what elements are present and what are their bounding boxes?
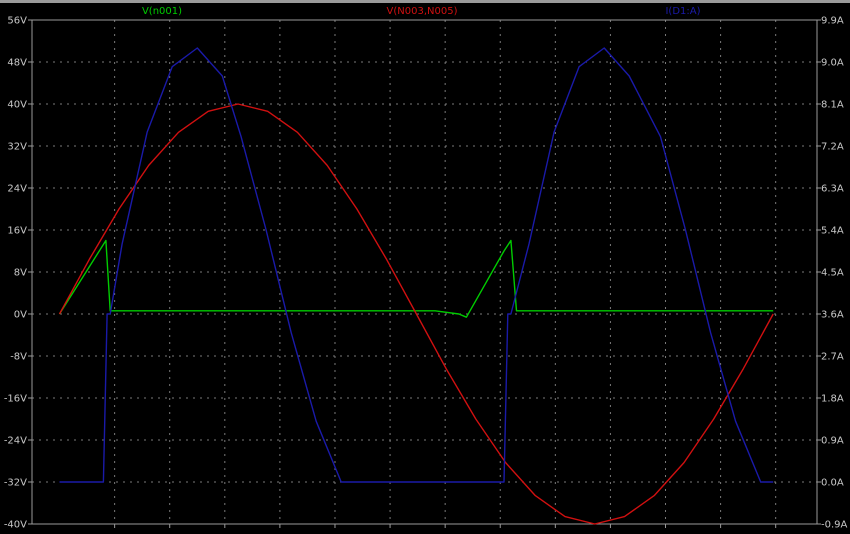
left-axis: 56V 48V 40V 32V 24V 16V 8V 0V -8V -16V -24V -32V -40… [4,16,32,531]
right-tick-label: 0.9A [821,436,844,447]
left-tick-label: -8V [10,352,27,363]
right-tick-label: 6.3A [821,184,844,195]
trace-0 [58,239,774,318]
left-tick-label: -16V [4,394,27,405]
right-tick-label: 8.1A [821,100,844,111]
left-tick-label: 32V [7,142,27,153]
right-tick-label: 3.6A [821,310,844,321]
trace-label-1[interactable]: V(N003,N005) [387,6,458,17]
plot-frame [31,19,818,528]
right-tick-label: 1.8A [821,394,844,405]
right-tick-label: 2.7A [821,352,844,363]
right-tick-label: -0.9A [821,520,848,531]
right-axis: 9.9A 9.0A 8.1A 7.2A 6.3A 5.4A 4.5A 3.6A 2.7A 1.8A… [817,16,848,531]
trace-label-2[interactable]: I(D1:A) [665,6,700,17]
right-tick-label: 0.0A [821,478,844,489]
left-tick-label: 56V [7,16,27,27]
left-tick-label: -24V [4,436,27,447]
right-tick-label: 5.4A [821,226,844,237]
trace-2 [59,47,774,483]
left-tick-label: -32V [4,478,27,489]
trace-label-0[interactable]: V(n001) [142,6,182,17]
left-tick-label: 16V [7,226,27,237]
left-tick-label: 48V [7,58,27,69]
left-tick-label: -40V [4,520,27,531]
grid [32,20,817,524]
left-tick-label: 0V [14,310,27,321]
right-tick-label: 9.9A [821,16,844,27]
waveform-plot[interactable]: 56V 48V 40V 32V 24V 16V 8V 0V -8V -16V -24V -32V -40… [0,0,850,534]
left-tick-label: 24V [7,184,27,195]
traces [58,47,774,525]
right-tick-label: 7.2A [821,142,844,153]
left-tick-label: 8V [14,268,27,279]
right-tick-label: 9.0A [821,58,844,69]
left-tick-label: 40V [7,100,27,111]
right-tick-label: 4.5A [821,268,844,279]
trace-labels[interactable]: V(n001) V(N003,N005) I(D1:A) [142,6,701,17]
